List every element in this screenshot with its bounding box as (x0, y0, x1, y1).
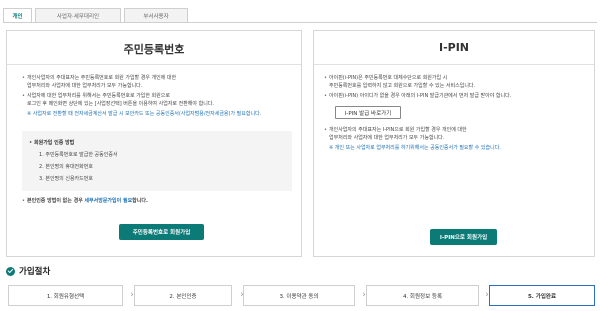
panel-divider (7, 64, 301, 65)
tab-divider (3, 22, 597, 23)
paragraph-line: 사업자에 대한 업무처리를 위해서는 주민등록번호로 가입한 회원으로 (22, 93, 170, 101)
step-identity-verification: 2. 본인인증 (134, 285, 232, 306)
tab-individual[interactable]: 개인 (3, 8, 32, 22)
step-member-info: 4. 회원정보 등록 (366, 285, 479, 306)
auth-method-item: 1. 주민등록번호로 발급한 공동인증서 (39, 152, 118, 158)
resident-number-panel: 주민등록번호 개인사업자의 주대표자는 주민등록번호로 회원 가입할 경우 개인… (6, 30, 302, 257)
step-complete: 5. 가입완료 (489, 285, 595, 306)
panel-title: I-PIN (438, 41, 470, 54)
steps-title: 가입절차 (19, 267, 51, 277)
no-auth-suffix: 합니다. (132, 198, 148, 204)
step-member-type: 1. 회원유형선택 (8, 285, 123, 306)
auth-method-item: 2. 본인명의 휴대전화번호 (39, 164, 93, 170)
tab-business-tax-agent[interactable]: 사업자·세무대리인 (35, 8, 121, 22)
step-terms-agreement: 3. 이용약관 동의 (243, 285, 355, 306)
paragraph-line: 업무처리와 사업자에 대한 업무처리가 모두 가능합니다. (329, 135, 445, 141)
ipin-issue-button[interactable]: I-PIN 발급 바로가기 (335, 106, 401, 119)
panel-divider (314, 64, 594, 65)
certificate-note: ※ 사업자로 전환할 때 전자세금계산서 발급 시 보안카드 또는 공동인증서(… (27, 111, 262, 117)
visit-tax-office-link[interactable]: 세무서방문가입이 필요 (84, 198, 132, 204)
paragraph-line: 개인사업자의 주대표자는 I-PIN으로 회원 가입할 경우 개인에 대한 (324, 127, 467, 135)
panel-title: 주민등록번호 (123, 43, 185, 56)
paragraph-line: 로그인 후 메인화면 상단에 있는 [사업장선택] 버튼을 이용하여 사업자로 … (27, 101, 214, 107)
signup-steps-header: 가입절차 (6, 265, 50, 277)
paragraph-line: 주민등록번호를 입력하지 않고 회원으로 가입할 수 있는 서비스입니다. (329, 83, 476, 89)
auth-methods-title: 회원가입 인증 방법 (29, 140, 74, 148)
check-circle-icon (6, 266, 15, 276)
ipin-panel: I-PIN 아이핀(i-PIN)은 주민등록번호 대체수단으로 회원가입 시 주… (313, 30, 595, 257)
ipin-signup-button[interactable]: I-PIN으로 회원가입 (430, 229, 497, 245)
paragraph-line: 아이핀(i-PIN)은 주민등록번호 대체수단으로 회원가입 시 (324, 75, 447, 83)
resident-number-signup-button[interactable]: 주민등록번호로 회원가입 (119, 224, 204, 240)
paragraph-line: 아이핀(i-PIN) 아이디가 없을 경우 아래의 I-PIN 발급기관에서 먼… (324, 93, 511, 101)
auth-method-item: 3. 본인명의 신용카드번호 (39, 176, 93, 182)
certificate-note: ※ 개인 또는 사업자로 업무처리를 하기위해서는 공동인증서가 필요할 수 있… (329, 145, 501, 151)
no-auth-text: 본인인증 방법이 없는 경우 (27, 198, 83, 204)
paragraph-line: 업무처리와 사업자에 대한 업무처리가 모두 가능합니다. (27, 83, 143, 89)
auth-methods-box: 회원가입 인증 방법 1. 주민등록번호로 발급한 공동인증서 2. 본인명의 … (22, 131, 292, 191)
member-type-tabs: 개인 사업자·세무대리인 부서사용자 (3, 8, 188, 22)
tab-department-user[interactable]: 부서사용자 (124, 8, 188, 22)
no-auth-notice: 본인인증 방법이 없는 경우 세무서방문가입이 필요합니다. (22, 198, 148, 206)
paragraph-line: 개인사업자의 주대표자는 주민등록번호로 회원 가입할 경우 개인에 대한 (22, 75, 176, 83)
